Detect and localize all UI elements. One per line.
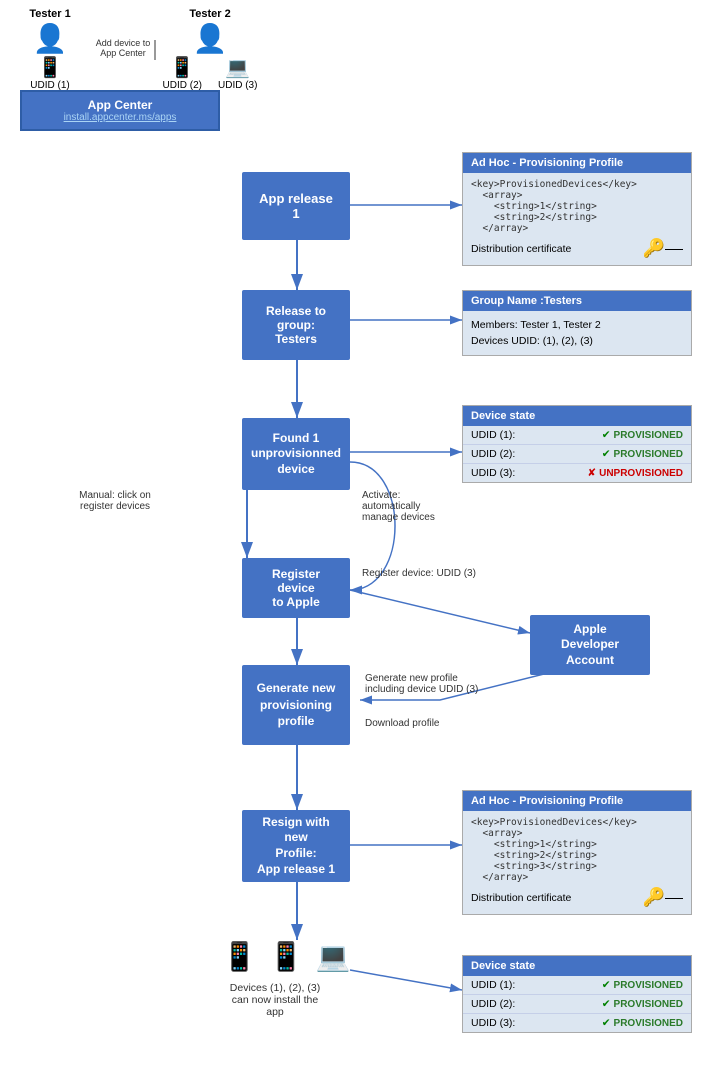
adhoc-panel-2-cert-label: Distribution certificate xyxy=(471,892,571,904)
adhoc-panel-1-code: <key>ProvisionedDevices</key> <array> <s… xyxy=(471,179,683,234)
download-profile-label: Download profile xyxy=(365,718,440,729)
register-device-udid-label: Register device: UDID (3) xyxy=(362,568,476,579)
group-panel-header: Group Name :Testers xyxy=(463,291,691,311)
apple-dev-label: Apple Developer Account xyxy=(544,622,636,669)
app-center-link[interactable]: install.appcenter.ms/apps xyxy=(32,112,208,123)
check-icon-s2-2: ✔ xyxy=(602,998,611,1010)
app-center-box[interactable]: App Center install.appcenter.ms/apps xyxy=(20,90,220,131)
udid3-label-s2: UDID (3): xyxy=(471,1017,602,1029)
tester1-label: Tester 1 xyxy=(20,8,80,20)
tester1-person-icon: 👤 xyxy=(20,22,80,55)
tester1-block: Tester 1 👤 📱 UDID (1) xyxy=(20,8,80,91)
key-icon-2: 🔑⎯⎯ xyxy=(643,887,683,908)
tester2-block: Tester 2 👤 📱 UDID (2) 💻 UDID (3) xyxy=(160,8,260,91)
device-state-2-header: Device state xyxy=(463,956,691,976)
tester2-tablet-icon: 💻 xyxy=(218,55,257,80)
device-state-panel-1: Device state UDID (1): ✔ PROVISIONED UDI… xyxy=(462,405,692,483)
adhoc-panel-2-header: Ad Hoc - Provisioning Profile xyxy=(463,791,691,811)
adhoc-panel-2-cert-row: Distribution certificate 🔑⎯⎯ xyxy=(471,887,683,908)
device-state-row-2: UDID (2): ✔ PROVISIONED xyxy=(463,444,691,463)
activate-label: Activate: automatically manage devices xyxy=(362,490,462,523)
tester2-udid3: UDID (3) xyxy=(218,80,257,91)
device-state-row-3: UDID (3): ✘ UNPROVISIONED xyxy=(463,463,691,482)
apple-dev-box: Apple Developer Account xyxy=(530,615,650,675)
tester1-phone-icon: 📱 xyxy=(20,55,80,80)
release-group-label: Release to group: Testers xyxy=(266,304,326,346)
bottom-phone-icon-2: 📱 xyxy=(269,940,304,973)
generate-profile-label: Generate new provisioning profile xyxy=(257,680,336,730)
resign-label: Resign with new Profile: App release 1 xyxy=(256,815,336,877)
bottom-phone-icon-1: 📱 xyxy=(222,940,257,973)
generate-profile-box: Generate new provisioning profile xyxy=(242,665,350,745)
adhoc-panel-1-cert-row: Distribution certificate 🔑⎯⎯ xyxy=(471,238,683,259)
udid2-label-s1: UDID (2): xyxy=(471,448,602,460)
app-center-title: App Center xyxy=(32,98,208,112)
udid1-label-s1: UDID (1): xyxy=(471,429,602,441)
status-3-s1: UNPROVISIONED xyxy=(599,468,683,479)
adhoc-panel-2-code: <key>ProvisionedDevices</key> <array> <s… xyxy=(471,817,683,883)
device-state-panel-2: Device state UDID (1): ✔ PROVISIONED UDI… xyxy=(462,955,692,1033)
group-devices: Devices UDID: (1), (2), (3) xyxy=(471,333,683,349)
app-release-label: App release 1 xyxy=(256,191,336,221)
register-device-box: Register device to Apple xyxy=(242,558,350,618)
tester2-phone-icon: 📱 xyxy=(163,55,202,80)
status-2-s2: PROVISIONED xyxy=(614,999,683,1010)
group-members: Members: Tester 1, Tester 2 xyxy=(471,317,683,333)
check-icon-1: ✔ xyxy=(602,429,611,441)
udid3-label-s1: UDID (3): xyxy=(471,467,587,479)
udid2-label-s2: UDID (2): xyxy=(471,998,602,1010)
bottom-tablet-icon: 💻 xyxy=(316,940,351,973)
device-state-row-1: UDID (1): ✔ PROVISIONED xyxy=(463,426,691,444)
device-state-2-row-1: UDID (1): ✔ PROVISIONED xyxy=(463,976,691,994)
check-icon-2: ✔ xyxy=(602,448,611,460)
app-release-box: App release 1 xyxy=(242,172,350,240)
release-group-box: Release to group: Testers xyxy=(242,290,350,360)
resign-box: Resign with new Profile: App release 1 xyxy=(242,810,350,882)
found-device-box: Found 1 unprovisionned device xyxy=(242,418,350,490)
group-panel: Group Name :Testers Members: Tester 1, T… xyxy=(462,290,692,356)
check-icon-s2-1: ✔ xyxy=(602,979,611,991)
device-state-2-row-2: UDID (2): ✔ PROVISIONED xyxy=(463,994,691,1013)
bottom-devices-row: 📱 📱 💻 xyxy=(222,940,351,973)
add-device-label: Add device to App Center xyxy=(92,38,154,58)
status-3-s2: PROVISIONED xyxy=(614,1018,683,1029)
found-device-label: Found 1 unprovisionned device xyxy=(251,431,341,478)
status-1-s1: PROVISIONED xyxy=(614,430,683,441)
diagram-container: Tester 1 👤 📱 UDID (1) Tester 2 👤 📱 UDID … xyxy=(0,0,709,1066)
udid1-label-s2: UDID (1): xyxy=(471,979,602,991)
adhoc-panel-1-cert-label: Distribution certificate xyxy=(471,243,571,255)
status-2-s1: PROVISIONED xyxy=(614,449,683,460)
device-state-2-row-3: UDID (3): ✔ PROVISIONED xyxy=(463,1013,691,1032)
check-icon-s2-3: ✔ xyxy=(602,1017,611,1029)
status-1-s2: PROVISIONED xyxy=(614,980,683,991)
adhoc-panel-2: Ad Hoc - Provisioning Profile <key>Provi… xyxy=(462,790,692,915)
generate-profile-arrow-label: Generate new profile including device UD… xyxy=(365,673,478,695)
adhoc-panel-1-header: Ad Hoc - Provisioning Profile xyxy=(463,153,691,173)
devices-install-label: Devices (1), (2), (3) can now install th… xyxy=(215,982,335,1018)
register-device-label: Register device to Apple xyxy=(256,567,336,609)
adhoc-panel-1: Ad Hoc - Provisioning Profile <key>Provi… xyxy=(462,152,692,266)
key-icon-1: 🔑⎯⎯ xyxy=(643,238,683,259)
tester2-person-icon: 👤 xyxy=(160,22,260,55)
device-state-1-header: Device state xyxy=(463,406,691,426)
x-icon-3: ✘ xyxy=(587,467,596,479)
tester2-label: Tester 2 xyxy=(160,8,260,20)
manual-click-label: Manual: click on register devices xyxy=(65,490,165,512)
